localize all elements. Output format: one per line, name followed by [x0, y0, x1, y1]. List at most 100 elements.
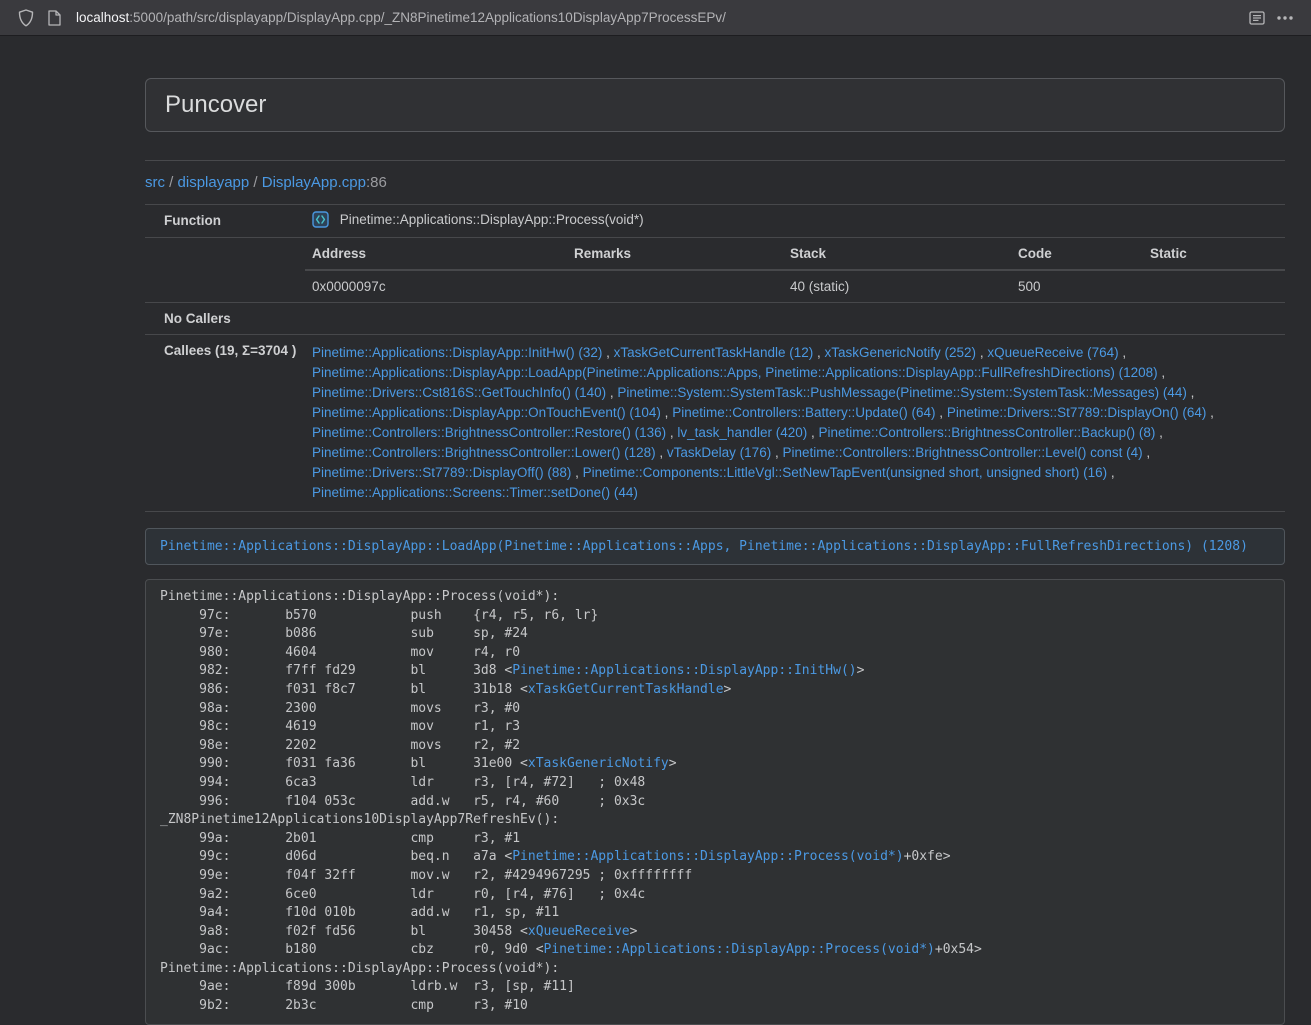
callees-list: Pinetime::Applications::DisplayApp::Init…	[305, 335, 1285, 512]
callee-link[interactable]: xTaskGenericNotify (252)	[825, 345, 977, 360]
url-host: localhost	[76, 10, 129, 25]
disassembly-line: 9a2: 6ce0 ldr r0, [r4, #76] ; 0x4c	[160, 886, 1270, 905]
browser-toolbar: localhost:5000/path/src/displayapp/Displ…	[0, 0, 1311, 36]
disassembly-line: 9a4: f10d 010b add.w r1, sp, #11	[160, 904, 1270, 923]
page-content: Puncover src / displayapp / DisplayApp.c…	[0, 36, 1311, 1025]
callee-link[interactable]: lv_task_handler (420)	[677, 425, 807, 440]
detail-row: Address Remarks Stack Code Static 0x0000…	[145, 238, 1285, 303]
callee-separator: ,	[807, 425, 818, 440]
disassembly-line: 98e: 2202 movs r2, #2	[160, 737, 1270, 756]
function-detail-table: Address Remarks Stack Code Static 0x0000…	[305, 238, 1285, 302]
disassembly-line: 98c: 4619 mov r1, r3	[160, 718, 1270, 737]
divider	[145, 160, 1285, 161]
disassembly-line: 982: f7ff fd29 bl 3d8 <Pinetime::Applica…	[160, 662, 1270, 681]
breadcrumb-link[interactable]: displayapp	[178, 174, 250, 191]
breadcrumb-link[interactable]: DisplayApp.cpp	[262, 174, 366, 191]
selected-callee-box: Pinetime::Applications::DisplayApp::Load…	[145, 528, 1285, 565]
callee-link[interactable]: Pinetime::Applications::DisplayApp::OnTo…	[312, 405, 661, 420]
callee-link[interactable]: Pinetime::Controllers::Battery::Update()…	[672, 405, 935, 420]
function-row: Function Pinetime::Applications::Display…	[145, 205, 1285, 238]
no-callers-value	[305, 303, 1285, 335]
reader-mode-icon[interactable]	[1243, 4, 1271, 32]
table-row: 0x0000097c 40 (static) 500	[305, 270, 1285, 302]
breadcrumb-link[interactable]: src	[145, 174, 165, 191]
code-cell: 500	[1011, 270, 1143, 302]
disassembly-line: 99e: f04f 32ff mov.w r2, #4294967295 ; 0…	[160, 867, 1270, 886]
disassembly-line: 9a8: f02f fd56 bl 30458 <xQueueReceive>	[160, 923, 1270, 942]
address-cell: 0x0000097c	[305, 270, 567, 302]
callee-separator: ,	[1206, 405, 1214, 420]
callee-separator: ,	[976, 345, 987, 360]
callee-link[interactable]: Pinetime::Controllers::BrightnessControl…	[312, 445, 656, 460]
disassembly-line: 990: f031 fa36 bl 31e00 <xTaskGenericNot…	[160, 755, 1270, 774]
callee-link[interactable]: Pinetime::Applications::DisplayApp::Init…	[312, 345, 602, 360]
column-header-remarks: Remarks	[567, 238, 783, 270]
callee-link[interactable]: Pinetime::Drivers::Cst816S::GetTouchInfo…	[312, 385, 606, 400]
column-header-static: Static	[1143, 238, 1285, 270]
breadcrumb-separator: /	[165, 174, 178, 191]
disassembly-line: 9b2: 2b3c cmp r3, #10	[160, 997, 1270, 1016]
callee-link[interactable]: xQueueReceive (764)	[987, 345, 1118, 360]
disassembly-line: 98a: 2300 movs r3, #0	[160, 700, 1270, 719]
overflow-menu-icon[interactable]	[1271, 4, 1299, 32]
callee-separator: ,	[936, 405, 947, 420]
column-header-code: Code	[1011, 238, 1143, 270]
disassembly-symbol-link[interactable]: Pinetime::Applications::DisplayApp::Proc…	[544, 942, 935, 957]
disassembly-block: Pinetime::Applications::DisplayApp::Proc…	[145, 579, 1285, 1025]
no-callers-row: No Callers	[145, 303, 1285, 335]
callee-link[interactable]: Pinetime::Controllers::BrightnessControl…	[819, 425, 1156, 440]
disassembly-line: 99a: 2b01 cmp r3, #1	[160, 830, 1270, 849]
callee-separator: ,	[602, 345, 613, 360]
disassembly-symbol-link[interactable]: xTaskGenericNotify	[528, 756, 669, 771]
url-bar[interactable]: localhost:5000/path/src/displayapp/Displ…	[76, 10, 726, 25]
callee-link[interactable]: Pinetime::System::SystemTask::PushMessag…	[617, 385, 1186, 400]
page-title: Puncover	[165, 91, 1265, 119]
callee-link[interactable]: Pinetime::Applications::DisplayApp::Load…	[312, 365, 1158, 380]
detail-row-label	[145, 238, 305, 303]
static-cell	[1143, 270, 1285, 302]
callee-link[interactable]: xTaskGetCurrentTaskHandle (12)	[614, 345, 814, 360]
callee-separator: ,	[813, 345, 824, 360]
callee-link[interactable]: Pinetime::Drivers::St7789::DisplayOn() (…	[947, 405, 1207, 420]
selected-callee-link[interactable]: Pinetime::Applications::DisplayApp::Load…	[160, 539, 1248, 554]
page-info-icon[interactable]	[40, 4, 68, 32]
callee-link[interactable]: Pinetime::Applications::Screens::Timer::…	[312, 485, 638, 500]
disassembly-symbol-link[interactable]: Pinetime::Applications::DisplayApp::Proc…	[512, 849, 903, 864]
callee-link[interactable]: vTaskDelay (176)	[667, 445, 771, 460]
disassembly-line: Pinetime::Applications::DisplayApp::Proc…	[160, 588, 1270, 607]
callee-link[interactable]: Pinetime::Components::LittleVgl::SetNewT…	[583, 465, 1108, 480]
callee-separator: ,	[1119, 345, 1127, 360]
disassembly-symbol-link[interactable]: Pinetime::Applications::DisplayApp::Init…	[512, 663, 856, 678]
column-header-stack: Stack	[783, 238, 1011, 270]
shield-icon[interactable]	[12, 4, 40, 32]
callee-separator: ,	[1155, 425, 1163, 440]
callee-separator: ,	[606, 385, 617, 400]
callee-link[interactable]: Pinetime::Controllers::BrightnessControl…	[312, 425, 666, 440]
callee-link[interactable]: Pinetime::Drivers::St7789::DisplayOff() …	[312, 465, 571, 480]
remarks-cell	[567, 270, 783, 302]
breadcrumb: src / displayapp / DisplayApp.cpp:86	[145, 174, 1285, 191]
disassembly-line: 986: f031 f8c7 bl 31b18 <xTaskGetCurrent…	[160, 681, 1270, 700]
disassembly-line: 99c: d06d beq.n a7a <Pinetime::Applicati…	[160, 848, 1270, 867]
function-icon	[312, 211, 329, 231]
disassembly-line: Pinetime::Applications::DisplayApp::Proc…	[160, 960, 1270, 979]
breadcrumb-line-number: :86	[366, 174, 387, 191]
callee-separator: ,	[656, 445, 667, 460]
detail-header-row: Address Remarks Stack Code Static	[305, 238, 1285, 270]
disassembly-symbol-link[interactable]: xQueueReceive	[528, 924, 630, 939]
callee-separator: ,	[771, 445, 782, 460]
disassembly-line: 9ae: f89d 300b ldrb.w r3, [sp, #11]	[160, 978, 1270, 997]
callee-separator: ,	[571, 465, 582, 480]
stack-cell: 40 (static)	[783, 270, 1011, 302]
disassembly-line: 980: 4604 mov r4, r0	[160, 644, 1270, 663]
function-label: Function	[145, 205, 305, 238]
disassembly-symbol-link[interactable]: xTaskGetCurrentTaskHandle	[528, 682, 724, 697]
callee-separator: ,	[1143, 445, 1151, 460]
callees-row: Callees (19, Σ=3704 ) Pinetime::Applicat…	[145, 335, 1285, 512]
column-header-address: Address	[305, 238, 567, 270]
callee-separator: ,	[661, 405, 672, 420]
disassembly-line: 97c: b570 push {r4, r5, r6, lr}	[160, 607, 1270, 626]
callee-link[interactable]: Pinetime::Controllers::BrightnessControl…	[782, 445, 1142, 460]
disassembly-line: _ZN8Pinetime12Applications10DisplayApp7R…	[160, 811, 1270, 830]
no-callers-label: No Callers	[145, 303, 305, 335]
